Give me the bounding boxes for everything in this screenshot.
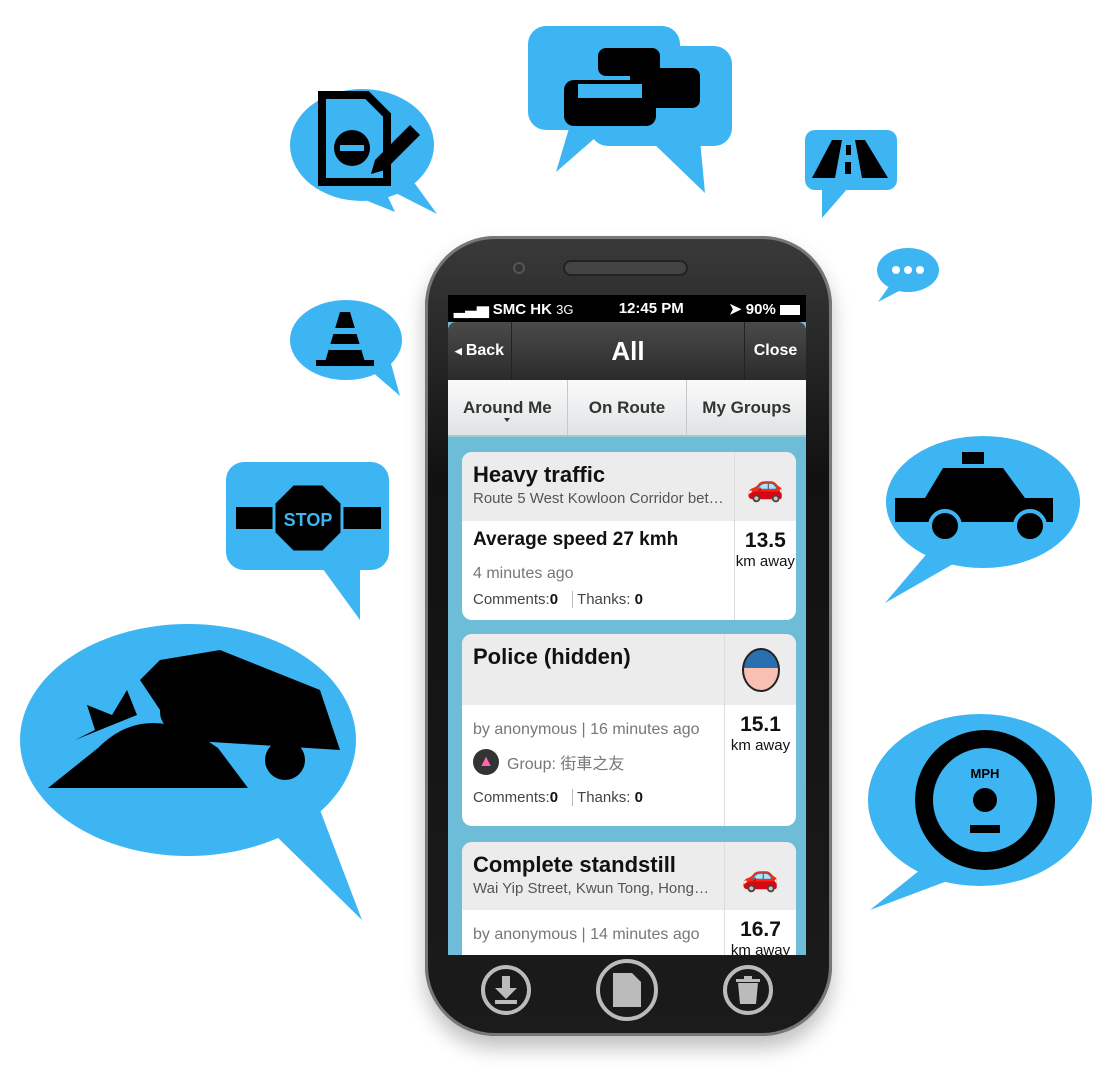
group-name[interactable]: Group: 街車之友 — [507, 750, 624, 774]
caret-down-icon — [504, 418, 511, 425]
tab-on-route[interactable]: On Route — [568, 380, 688, 435]
comments-label: Comments: — [473, 591, 550, 608]
bottom-toolbar — [448, 955, 806, 1025]
report-title: Heavy traffic — [473, 462, 606, 487]
thanks-label: Thanks: — [577, 789, 631, 806]
network: 3G — [556, 301, 574, 317]
thanks-value: 0 — [634, 591, 643, 608]
tab-label: Around Me — [462, 397, 552, 417]
thanks-label: Thanks: — [577, 591, 631, 608]
report-time: 4 minutes ago — [473, 565, 574, 582]
new-report-button[interactable] — [595, 959, 658, 1021]
back-button[interactable]: ◀ Back — [448, 322, 512, 380]
tab-my-groups[interactable]: My Groups — [687, 380, 806, 435]
chat-bubble — [877, 248, 939, 302]
nav-bar: ◀ Back All Close — [448, 322, 806, 380]
battery-level: 90% — [745, 300, 776, 318]
app-screen: ▂▃▅ SMC HK 3G 12:45 PM ➤ 90% ◀ Back All C… — [448, 295, 806, 955]
signal-icon: ▂▃▅ — [454, 300, 489, 318]
comments-count[interactable]: Comments:0 — [473, 591, 558, 608]
distance-unit: km away — [735, 553, 795, 570]
report-meta: by anonymous | 14 minutes ago — [473, 926, 700, 943]
document-icon — [612, 973, 641, 1007]
page-title: All — [611, 336, 645, 366]
filter-tabs: Around Me On Route My Groups — [448, 380, 806, 437]
speaker — [563, 260, 688, 276]
report-card[interactable]: Heavy traffic Route 5 West Kowloon Corrid… — [462, 452, 796, 620]
tab-around-me[interactable]: Around Me — [448, 380, 568, 435]
comments-count[interactable]: Comments:0 — [473, 789, 558, 806]
comments-label: Comments: — [473, 789, 550, 806]
report-location: Wai Yip Street, Kwun Tong, Hong… — [473, 880, 709, 897]
clock: 12:45 PM — [618, 300, 684, 317]
distance-value: 15.1 — [740, 713, 781, 736]
thanks-count[interactable]: Thanks: 0 — [572, 591, 643, 608]
report-meta: by anonymous | 16 minutes ago — [473, 721, 700, 738]
back-label: Back — [465, 342, 505, 359]
delete-button[interactable] — [723, 965, 774, 1015]
close-button[interactable]: Close — [744, 322, 806, 380]
distance-unit: km away — [730, 737, 791, 754]
download-button[interactable] — [480, 965, 531, 1015]
traffic-jam-icon: 🚗 — [741, 859, 780, 893]
carrier: SMC HK — [492, 300, 552, 318]
distance-unit: km away — [730, 942, 791, 955]
report-title: Police (hidden) — [473, 644, 631, 669]
report-card[interactable]: Complete standstill Wai Yip Street, Kwun … — [462, 842, 796, 955]
thanks-value: 0 — [634, 789, 643, 806]
distance-value: 13.5 — [744, 529, 786, 552]
trash-icon — [736, 976, 761, 1004]
traffic-jam-icon: 🚗 — [746, 470, 785, 503]
comments-value: 0 — [549, 591, 559, 608]
report-title: Complete standstill — [473, 852, 676, 877]
report-headline: Average speed 27 kmh — [473, 529, 679, 550]
distance-value: 16.7 — [740, 918, 781, 941]
report-card[interactable]: Police (hidden) by anonymous | 16 minute… — [462, 634, 796, 826]
svg-text:MPH: MPH — [971, 766, 1000, 781]
police-icon — [741, 647, 780, 692]
speedometer-icon: MPH — [915, 730, 1055, 870]
report-location: Route 5 West Kowloon Corridor bet… — [473, 490, 724, 507]
download-icon — [494, 976, 517, 1004]
comments-value: 0 — [549, 789, 559, 806]
thanks-count[interactable]: Thanks: 0 — [572, 789, 643, 806]
battery-icon — [780, 304, 800, 315]
camera — [513, 262, 525, 274]
group-avatar: ▲ — [473, 749, 499, 775]
svg-text:STOP: STOP — [284, 510, 333, 530]
ellipsis-icon — [892, 266, 924, 274]
location-icon: ➤ — [729, 300, 742, 318]
status-bar: ▂▃▅ SMC HK 3G 12:45 PM ➤ 90% — [448, 295, 806, 322]
back-arrow-icon: ◀ — [454, 345, 462, 356]
